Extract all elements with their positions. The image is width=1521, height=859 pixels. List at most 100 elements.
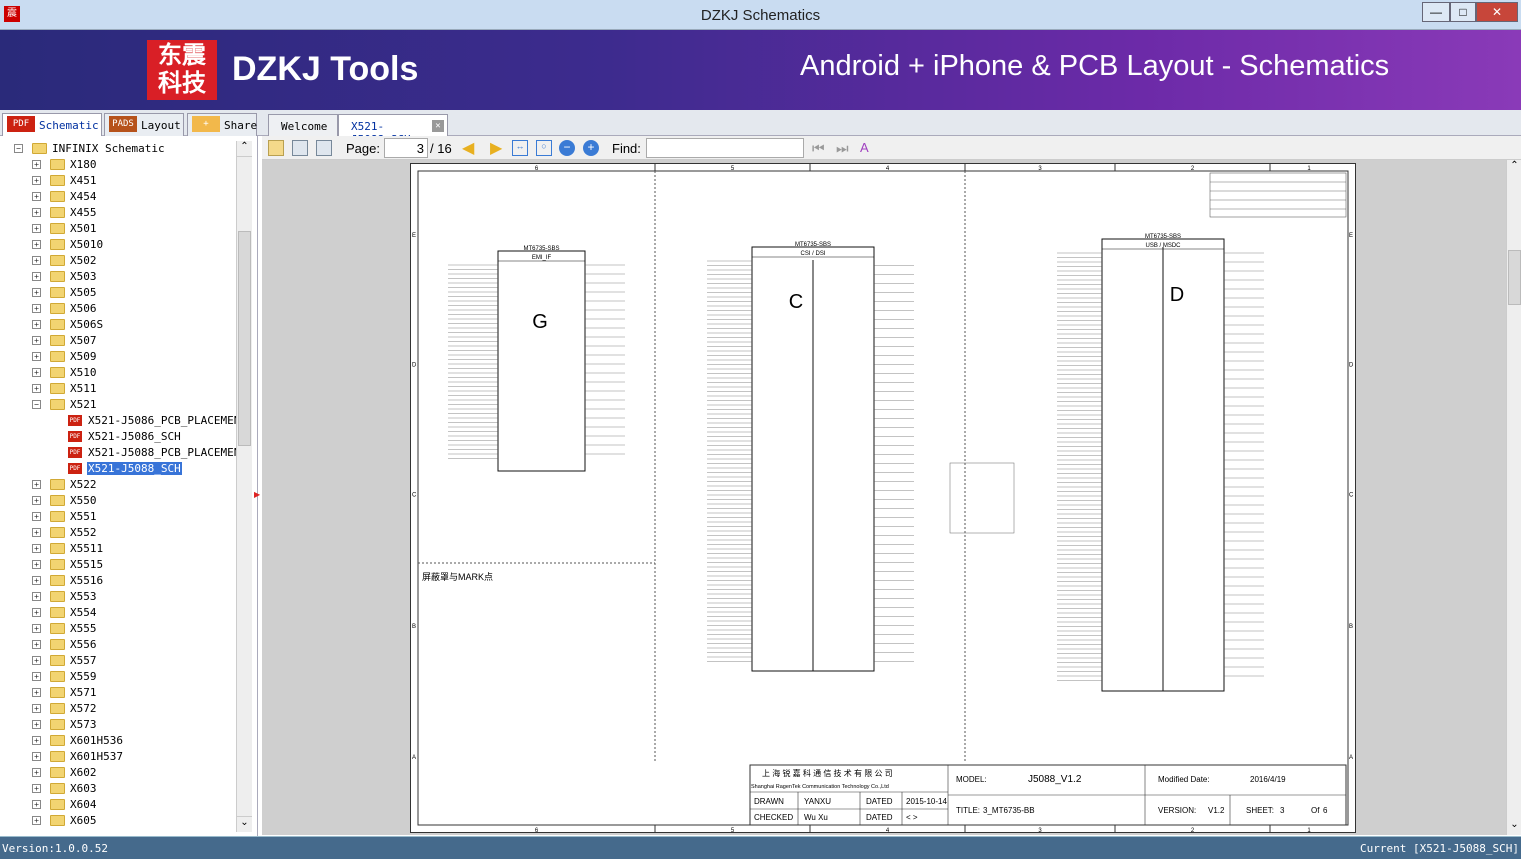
expand-icon[interactable]: + [32, 368, 41, 377]
expand-icon[interactable]: + [32, 224, 41, 233]
expand-icon[interactable]: + [32, 288, 41, 297]
expand-icon[interactable]: + [32, 304, 41, 313]
expand-icon[interactable]: + [32, 736, 41, 745]
tree-folder[interactable]: + X604 [32, 797, 98, 813]
tree-folder[interactable]: − X521 [32, 397, 98, 413]
tree-folder[interactable]: + X509 [32, 349, 98, 365]
expand-icon[interactable]: + [32, 544, 41, 553]
schematic-viewer[interactable]: 6 6 5 5 4 4 3 3 2 2 1 1 E E D D C C B B A A 屏蔽罩与MARK点 MT6735-SB… [262, 160, 1506, 835]
match-case-icon[interactable]: A [860, 140, 876, 156]
tree-file[interactable]: PDF X521-J5086_PCB_PLACEMENT [68, 413, 248, 429]
tree-folder[interactable]: + X451 [32, 173, 98, 189]
expand-icon[interactable]: + [32, 672, 41, 681]
tree-folder[interactable]: + X502 [32, 253, 98, 269]
maximize-button[interactable]: □ [1450, 2, 1476, 22]
tree-folder[interactable]: + X180 [32, 157, 98, 173]
expand-icon[interactable]: + [32, 256, 41, 265]
expand-icon[interactable]: + [32, 592, 41, 601]
tree-folder[interactable]: + X554 [32, 605, 98, 621]
expand-icon[interactable]: + [32, 768, 41, 777]
expand-icon[interactable]: + [32, 272, 41, 281]
tree-folder[interactable]: + X571 [32, 685, 98, 701]
expand-icon[interactable]: + [32, 176, 41, 185]
expand-icon[interactable]: + [32, 656, 41, 665]
expand-icon[interactable]: + [32, 800, 41, 809]
expand-icon[interactable]: + [32, 208, 41, 217]
expand-icon[interactable]: + [32, 528, 41, 537]
fit-width-icon[interactable]: ↔ [512, 140, 528, 156]
close-button[interactable]: ✕ [1476, 2, 1518, 22]
tree-folder[interactable]: + X573 [32, 717, 98, 733]
tab-share[interactable]: + Share [187, 113, 257, 136]
copy-icon[interactable] [268, 140, 284, 156]
tree-folder[interactable]: + X555 [32, 621, 98, 637]
expand-icon[interactable]: + [32, 496, 41, 505]
expand-icon[interactable]: + [32, 640, 41, 649]
tree-folder[interactable]: + X557 [32, 653, 98, 669]
collapse-icon[interactable]: − [32, 400, 41, 409]
tree-folder[interactable]: + X605 [32, 813, 98, 829]
paste-icon[interactable] [316, 140, 332, 156]
page-input[interactable] [384, 138, 428, 158]
tree-folder[interactable]: + X507 [32, 333, 98, 349]
expand-icon[interactable]: + [32, 192, 41, 201]
next-page-icon[interactable]: ▶ [490, 138, 502, 158]
expand-icon[interactable]: + [32, 752, 41, 761]
expand-icon[interactable]: + [32, 688, 41, 697]
scroll-thumb[interactable] [238, 231, 251, 446]
tree-folder[interactable]: + X5516 [32, 573, 104, 589]
expand-icon[interactable]: + [32, 576, 41, 585]
tab-schematic[interactable]: PDF Schematic [2, 113, 102, 136]
zoom-out-icon[interactable]: − [559, 140, 575, 156]
tree-folder[interactable]: + X510 [32, 365, 98, 381]
tab-welcome[interactable]: Welcome [268, 114, 338, 136]
expand-icon[interactable]: + [32, 480, 41, 489]
copy-page-icon[interactable] [292, 140, 308, 156]
scroll-up-button[interactable]: ⌃ [1507, 160, 1521, 176]
expand-icon[interactable]: + [32, 336, 41, 345]
tree-folder[interactable]: + X5515 [32, 557, 104, 573]
tree-folder[interactable]: + X455 [32, 205, 98, 221]
expand-icon[interactable]: + [32, 560, 41, 569]
expand-icon[interactable]: + [32, 352, 41, 361]
collapse-icon[interactable]: − [14, 144, 23, 153]
scroll-up-button[interactable]: ⌃ [237, 141, 252, 157]
tree-file[interactable]: PDF X521-J5088_SCH [68, 461, 182, 477]
tab-x521-j5088-sch[interactable]: X521-J5088_SCH✕ [338, 114, 448, 146]
tree-folder[interactable]: + X522 [32, 477, 98, 493]
tree-folder[interactable]: − INFINIX Schematic [14, 141, 166, 157]
tab-layout[interactable]: PADS Layout [104, 113, 184, 136]
tree-folder[interactable]: + X5511 [32, 541, 104, 557]
expand-icon[interactable]: + [32, 784, 41, 793]
tree-folder[interactable]: + X511 [32, 381, 98, 397]
tree-folder[interactable]: + X550 [32, 493, 98, 509]
tree-folder[interactable]: + X506S [32, 317, 104, 333]
tree-folder[interactable]: + X603 [32, 781, 98, 797]
tree-scrollbar[interactable]: ⌃ ⌄ [236, 141, 252, 832]
tree-file[interactable]: PDF X521-J5088_PCB_PLACEMENT [68, 445, 248, 461]
scroll-down-button[interactable]: ⌄ [1507, 819, 1521, 835]
viewer-scrollbar[interactable]: ⌃ ⌄ [1506, 160, 1521, 835]
expand-icon[interactable]: + [32, 240, 41, 249]
expand-icon[interactable]: + [32, 384, 41, 393]
fit-page-icon[interactable]: ○ [536, 140, 552, 156]
tree-folder[interactable]: + X553 [32, 589, 98, 605]
minimize-button[interactable]: — [1422, 2, 1450, 22]
tree-folder[interactable]: + X551 [32, 509, 98, 525]
expand-icon[interactable]: + [32, 608, 41, 617]
expand-icon[interactable]: + [32, 720, 41, 729]
expand-icon[interactable]: + [32, 160, 41, 169]
tree-folder[interactable]: + X454 [32, 189, 98, 205]
tree-folder[interactable]: + X552 [32, 525, 98, 541]
find-input[interactable] [646, 138, 804, 158]
expand-icon[interactable]: + [32, 320, 41, 329]
tree-folder[interactable]: + X503 [32, 269, 98, 285]
tree-folder[interactable]: + X556 [32, 637, 98, 653]
tree-folder[interactable]: + X572 [32, 701, 98, 717]
expand-icon[interactable]: + [32, 704, 41, 713]
expand-icon[interactable]: + [32, 816, 41, 825]
tree-folder[interactable]: + X602 [32, 765, 98, 781]
expand-icon[interactable]: + [32, 512, 41, 521]
tree-folder[interactable]: + X5010 [32, 237, 104, 253]
find-first-icon[interactable]: ⏮ [812, 140, 828, 156]
